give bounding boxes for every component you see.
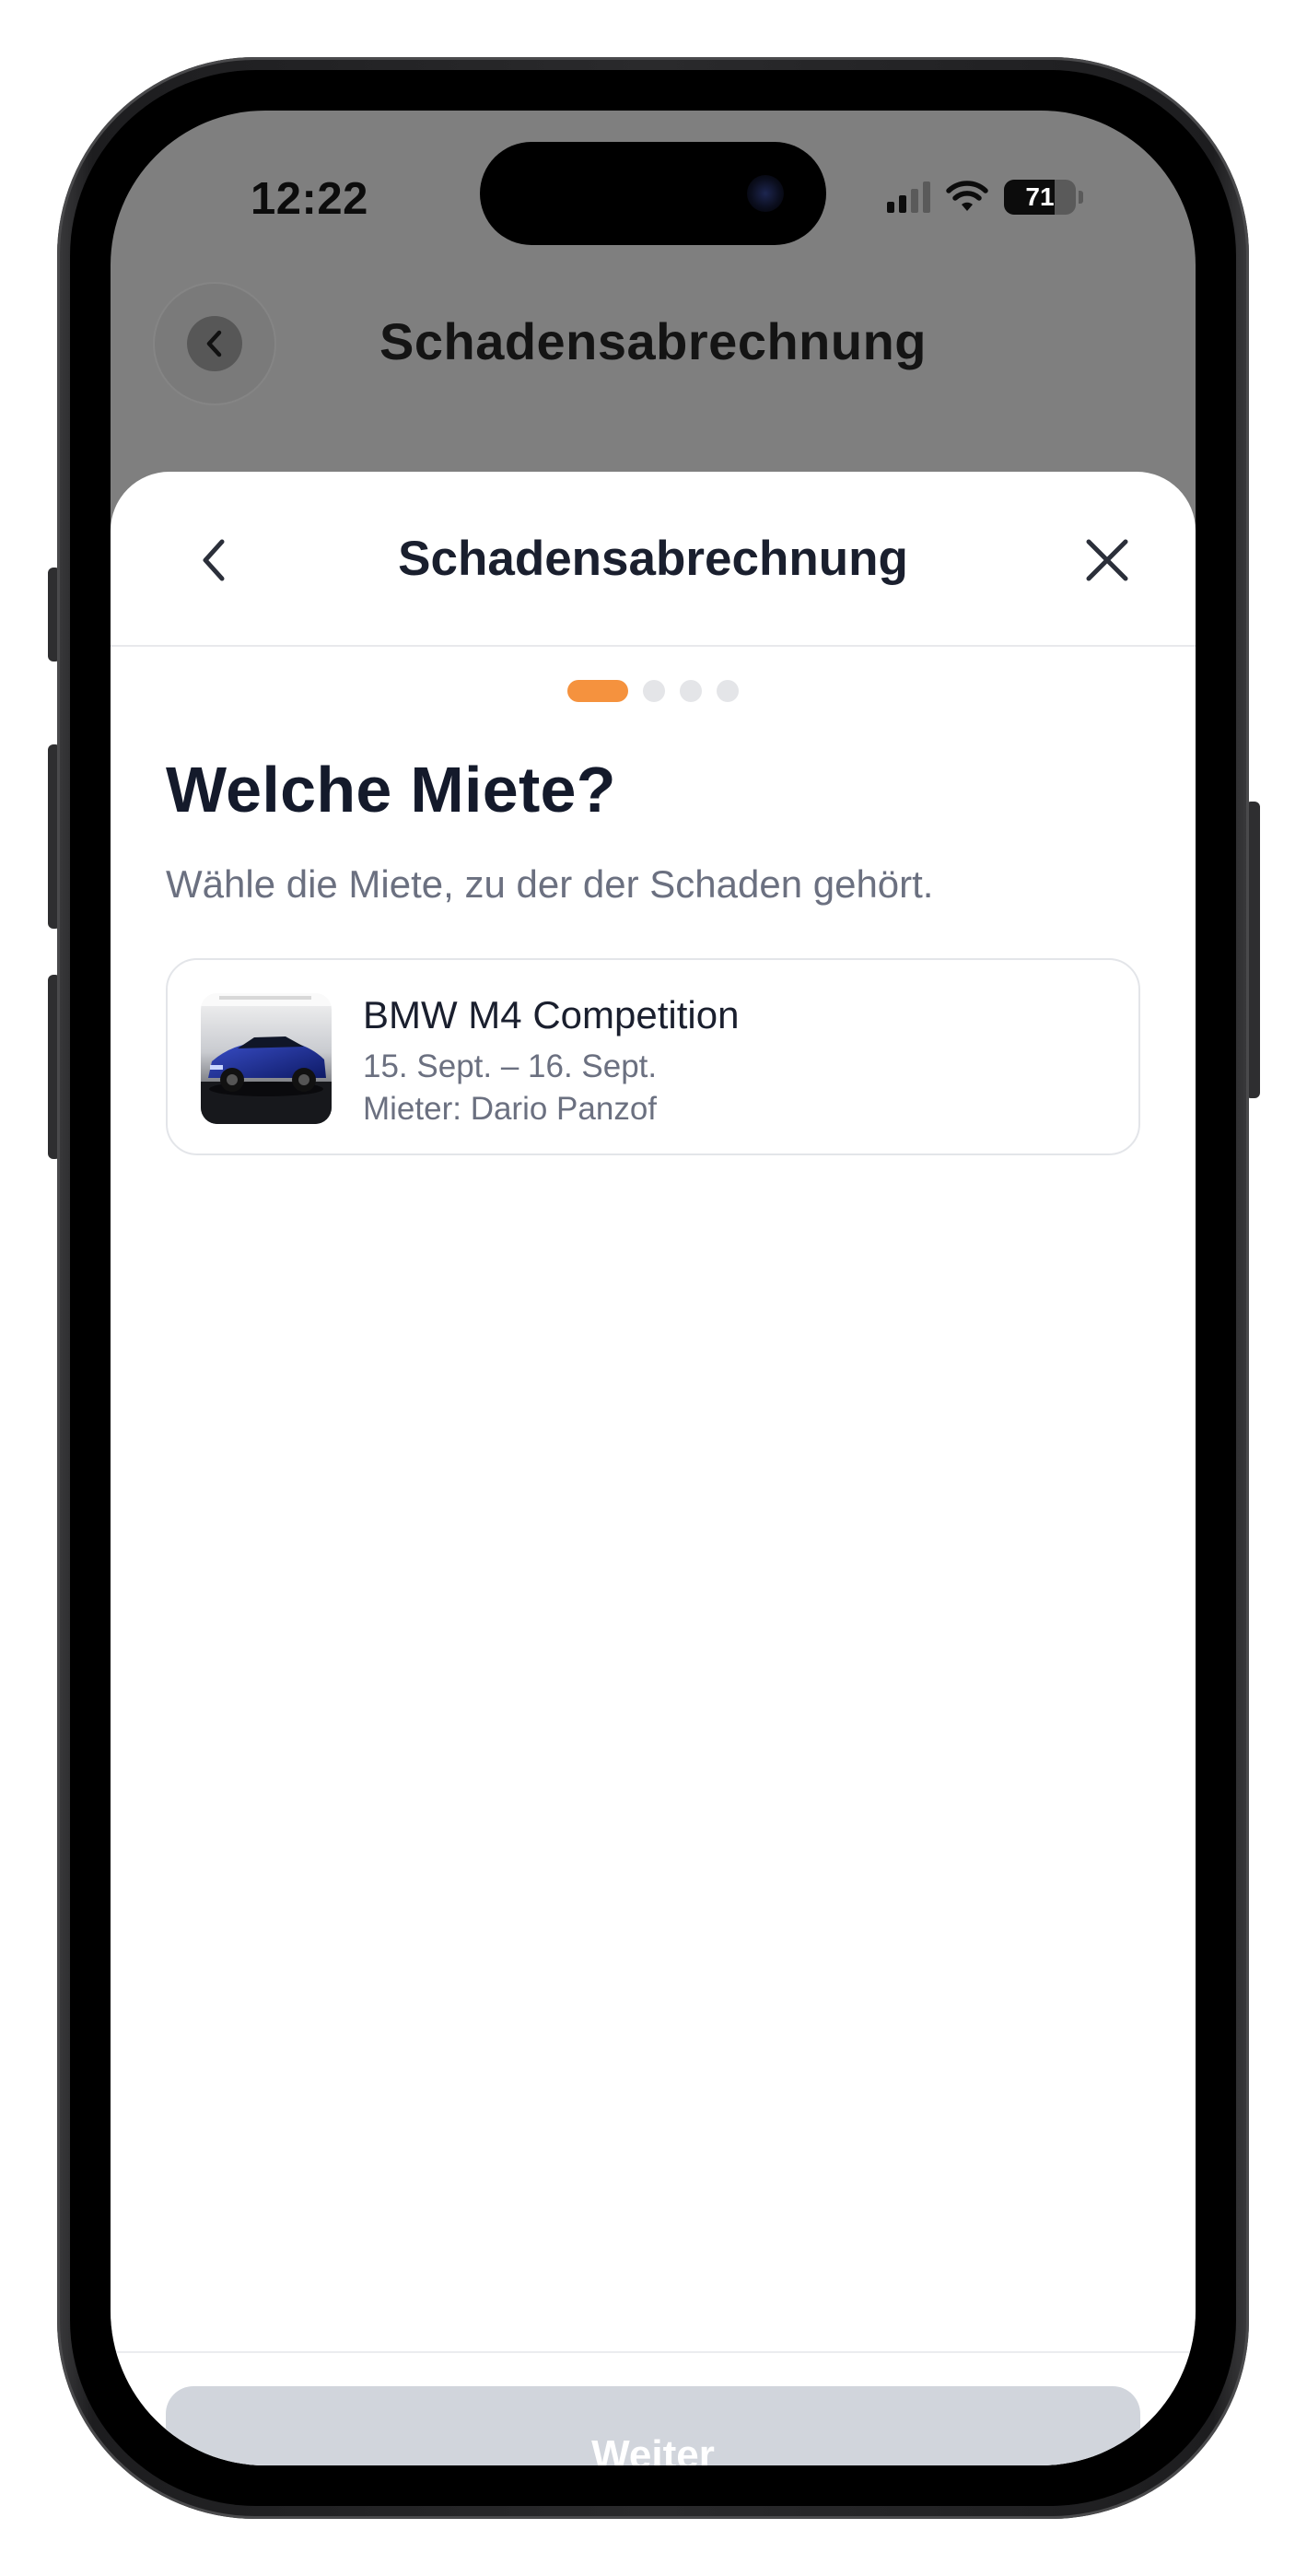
dynamic-island xyxy=(480,142,826,245)
status-time: 12:22 xyxy=(251,174,368,224)
battery-level: 71 xyxy=(1025,182,1055,211)
footer-divider xyxy=(111,2351,1196,2353)
damage-claim-sheet: Schadensabrechnung Welche Miete? Wähle d… xyxy=(111,472,1196,2465)
rental-car-name: BMW M4 Competition xyxy=(363,993,740,1036)
progress-step xyxy=(717,680,739,702)
question-heading: Welche Miete? xyxy=(166,754,616,825)
progress-step xyxy=(680,680,702,702)
sheet-header: Schadensabrechnung xyxy=(111,472,1196,647)
status-icons: 71 xyxy=(887,177,1083,217)
sheet-title: Schadensabrechnung xyxy=(398,532,908,586)
battery-icon: 71 xyxy=(1004,180,1076,215)
front-camera-icon xyxy=(747,175,784,212)
battery-cap xyxy=(1079,191,1083,204)
question-subtitle: Wähle die Miete, zu der der Schaden gehö… xyxy=(166,862,934,906)
close-button[interactable] xyxy=(1070,523,1144,597)
car-thumbnail xyxy=(201,993,332,1124)
background-page-title: Schadensabrechnung xyxy=(379,312,928,370)
wifi-icon xyxy=(946,181,988,211)
rental-renter: Mieter: Dario Panzof xyxy=(363,1091,658,1127)
step-progress-indicator xyxy=(111,680,1196,702)
progress-step xyxy=(643,680,665,702)
next-button[interactable]: Weiter xyxy=(166,2386,1140,2465)
rental-dates: 15. Sept. – 16. Sept. xyxy=(363,1048,658,1084)
close-icon xyxy=(1086,539,1128,581)
progress-step-active xyxy=(567,680,628,702)
rental-option-card[interactable]: BMW M4 Competition 15. Sept. – 16. Sept.… xyxy=(166,958,1140,1155)
cellular-signal-icon xyxy=(887,181,930,213)
phone-screen: 12:22 71 Schadensabrechnung Schadensabre… xyxy=(111,111,1196,2465)
